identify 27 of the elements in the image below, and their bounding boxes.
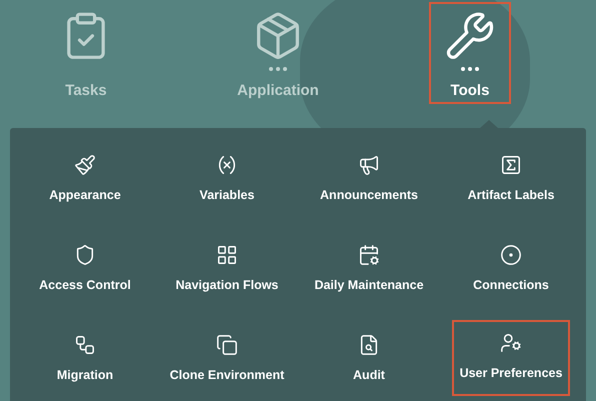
tool-item[interactable]: Audit bbox=[345, 322, 393, 401]
tool-item[interactable]: Migration bbox=[48, 322, 122, 401]
tool-item[interactable]: Artifact Labels bbox=[460, 142, 562, 232]
megaphone-icon bbox=[358, 154, 380, 176]
document-search-icon bbox=[358, 334, 380, 356]
sigma-icon bbox=[500, 154, 522, 176]
calendar-gear-icon bbox=[358, 244, 380, 266]
tool-item[interactable]: Navigation Flows bbox=[168, 232, 286, 322]
flow-icon bbox=[74, 334, 96, 356]
tool-item[interactable]: Access Control bbox=[31, 232, 139, 322]
more-dots-icon bbox=[269, 66, 287, 71]
brush-icon bbox=[74, 154, 96, 176]
tool-item[interactable]: Daily Maintenance bbox=[306, 232, 432, 322]
target-icon bbox=[500, 244, 522, 266]
more-dots-icon bbox=[461, 66, 479, 71]
tool-item[interactable]: Variables bbox=[192, 142, 262, 232]
wrench-icon bbox=[444, 10, 496, 62]
copy-icon bbox=[216, 334, 238, 356]
tool-item[interactable]: User Preferences bbox=[452, 320, 570, 396]
tool-item[interactable]: Clone Environment bbox=[162, 322, 292, 401]
variable-icon bbox=[216, 154, 238, 176]
tool-item[interactable]: Appearance bbox=[41, 142, 129, 232]
user-gear-icon bbox=[500, 332, 522, 354]
tool-item[interactable]: Announcements bbox=[312, 142, 426, 232]
nav-tab[interactable]: Tools bbox=[429, 2, 511, 104]
grid-icon bbox=[216, 244, 238, 266]
tool-item[interactable]: Connections bbox=[465, 232, 557, 322]
